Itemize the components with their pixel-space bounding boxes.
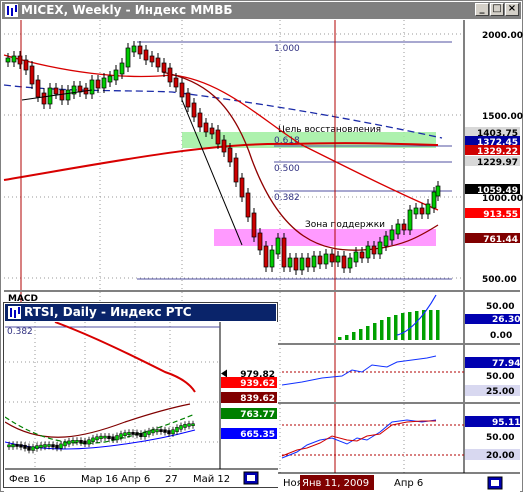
price-tag: 1229.97: [477, 158, 518, 168]
support-annotation: Зона поддержки: [305, 220, 385, 230]
fib-label-1000: 1.000: [274, 44, 300, 54]
stoch-value-label: 95.11: [492, 418, 520, 428]
micex-title-text: MICEX, Weekly - Индекс ММВБ: [21, 3, 233, 17]
price-axis-1500: 1500.00: [482, 112, 523, 122]
chart-app-icon: [5, 4, 18, 17]
stoch-axis-50: 50.00: [486, 433, 514, 443]
macd-axis-0: 0.00: [490, 331, 512, 341]
maximize-button[interactable]: □: [490, 3, 504, 16]
stoch-axis-20: 20.00: [486, 451, 514, 461]
rtsi-chart-window[interactable]: RTSI, Daily - Индекс РТС 0.382 979.82 939…: [3, 302, 278, 488]
macd-axis-50: 50.00: [486, 302, 514, 312]
price-tag: 1059.49: [477, 186, 518, 196]
rtsi-title-bar[interactable]: RTSI, Daily - Индекс РТС: [5, 304, 276, 321]
rtsi-time-27: 27: [165, 474, 178, 485]
rsi-axis-50: 50.00: [486, 372, 514, 382]
rtsi-time-apr6: Апр 6: [121, 474, 150, 485]
rtsi-price-tag: 839.62: [240, 394, 275, 404]
price-tag: 913.55: [483, 210, 518, 220]
time-label-nov: Ноя: [283, 478, 303, 489]
rtsi-time-may12: Май 12: [193, 474, 230, 485]
rtsi-time-feb16: Фев 16: [9, 474, 46, 485]
rtsi-title-text: RTSI, Daily - Индекс РТС: [24, 305, 192, 319]
rtsi-fib-label: 0.382: [7, 327, 33, 337]
rtsi-price-tag: 665.35: [240, 430, 275, 440]
rsi-value-label: 77.94: [492, 359, 520, 369]
chart-tab-icon[interactable]: [487, 476, 503, 490]
price-tag: 1329.22: [477, 147, 518, 157]
fib-label-0500: 0.500: [274, 164, 300, 174]
price-axis-500: 500.00: [482, 275, 517, 285]
rtsi-price-tag: 939.62: [240, 379, 275, 389]
rtsi-time-mar16: Мар 16: [81, 474, 118, 485]
price-tag: 761.44: [483, 235, 518, 245]
rtsi-price-tag: 763.77: [240, 410, 275, 420]
target-annotation: Цель восстановления: [278, 125, 381, 135]
rsi-axis-25: 25.00: [486, 387, 514, 397]
fib-label-0382: 0.382: [274, 193, 300, 203]
micex-title-bar[interactable]: MICEX, Weekly - Индекс ММВБ _ □ ×: [2, 2, 521, 19]
minimize-button[interactable]: _: [475, 3, 489, 16]
time-label-apr6: Апр 6: [394, 478, 423, 489]
chart-app-icon: [8, 306, 21, 319]
close-button[interactable]: ×: [505, 3, 519, 16]
chart-tab-icon[interactable]: [243, 471, 259, 485]
macd-value-label: 26.30: [492, 315, 520, 325]
cursor-date-label: Янв 11, 2009: [302, 478, 369, 489]
rtsi-chart-area[interactable]: 0.382 979.82939.62839.62763.77665.35 Фев…: [5, 322, 278, 487]
price-axis-2000: 2000.00: [482, 31, 523, 41]
